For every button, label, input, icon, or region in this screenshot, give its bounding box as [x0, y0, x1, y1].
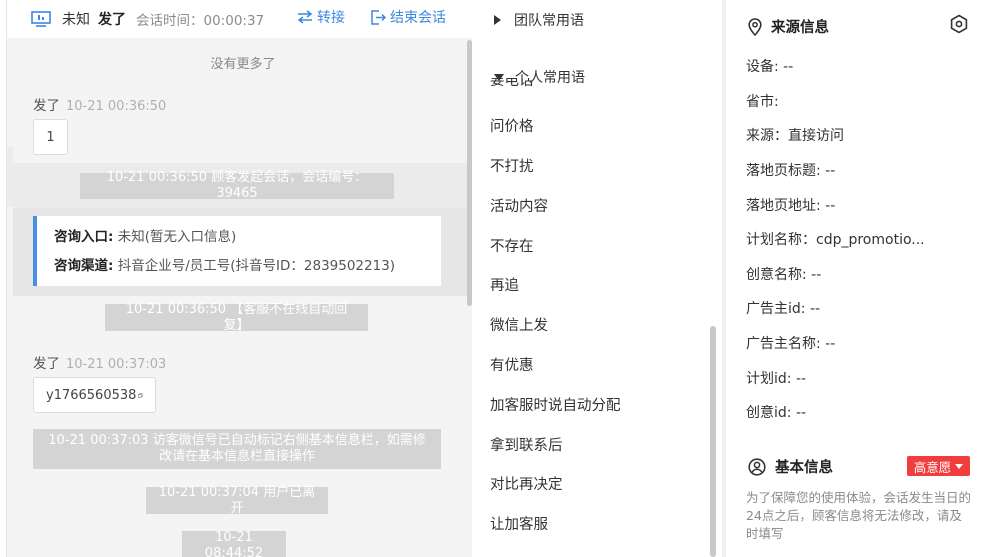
phrase-item[interactable]: 不存在 — [490, 235, 534, 256]
system-message: 10-21 00:37:04 用户已离开 — [146, 485, 328, 516]
phrase-item[interactable]: 再追 — [490, 274, 519, 295]
system-message: 10-21 00:36:50 顾客发起会话，会话编号：39465 — [80, 170, 394, 201]
settings-icon[interactable] — [949, 14, 969, 34]
phrase-group-team-label: 团队常用语 — [514, 13, 584, 29]
message-time: 10-21 00:36:50 — [66, 99, 167, 114]
consult-info-card: 咨询入口: 未知(暂无入口信息) 咨询渠道: 抖音企业号/员工号(抖音号ID：2… — [33, 216, 441, 286]
phrase-item[interactable]: 问价格 — [490, 115, 534, 136]
system-message: 10-21 08:44:52 — [182, 530, 286, 557]
info-field-device: 设备: -- — [746, 59, 794, 75]
intent-level-dropdown[interactable]: 高意愿 — [907, 456, 970, 476]
phrase-item[interactable]: 活动内容 — [490, 195, 548, 216]
intent-level-label: 高意愿 — [913, 459, 952, 475]
system-message: 10-21 00:36:50 【客服不在线自动回复】 — [105, 302, 368, 333]
phrase-item[interactable]: 对比再决定 — [490, 473, 563, 494]
info-field-landing-title: 落地页标题: -- — [746, 163, 836, 179]
sender-name: 发了 — [33, 356, 60, 372]
info-field-region: 省市: — [746, 94, 779, 110]
app-root: 未知 发了 会话时间：00:00:37 转接 结束会话 没有更多了 发了 10-… — [0, 0, 987, 557]
basic-info-title: 基本信息 — [775, 460, 833, 476]
consult-entry-value: 未知(暂无入口信息) — [117, 229, 237, 245]
chat-header: 未知 发了 会话时间：00:00:37 转接 结束会话 — [7, 0, 472, 38]
user-circle-icon — [748, 457, 766, 476]
source-info-header: 来源信息 — [748, 16, 829, 37]
consult-channel-label: 咨询渠道: — [54, 258, 114, 274]
transfer-icon — [297, 10, 313, 24]
consult-entry-label: 咨询入口: — [54, 229, 114, 245]
phrase-item[interactable]: 加客服时说自动分配 — [490, 394, 621, 415]
phrase-item[interactable]: 让加客服 — [490, 513, 548, 534]
info-panel: 来源信息 设备: -- 省市: 来源：直接访问 落地页标题: -- 落地页地址:… — [726, 0, 987, 557]
phrase-item[interactable]: 不打扰 — [490, 155, 534, 176]
info-field-advertiser-id: 广告主id: -- — [746, 301, 821, 317]
message-sender: 发了 10-21 00:36:50 — [33, 94, 166, 114]
phrase-item[interactable]: 有优惠 — [490, 354, 534, 375]
consult-channel-value: 抖音企业号/员工号(抖音号ID：2839502213) — [117, 258, 396, 274]
copy-icon[interactable] — [138, 389, 143, 402]
transfer-button[interactable]: 转接 — [297, 7, 345, 27]
info-field-advertiser-name: 广告主名称: -- — [746, 336, 836, 352]
edit-deadline-note: 为了保障您的使用体验，会话发生当日的24点之后，顾客信息将无法修改，请及时填写 — [746, 490, 972, 541]
message-bubble: y1766560538 — [33, 377, 156, 413]
no-more-text: 没有更多了 — [210, 57, 276, 72]
phrase-item-partial[interactable]: 要电话 — [490, 78, 534, 92]
message-text: 1 — [46, 129, 55, 145]
transfer-label: 转接 — [317, 10, 345, 26]
info-field-landing-url: 落地页地址: -- — [746, 198, 836, 214]
info-field-plan-id: 计划id: -- — [746, 371, 807, 387]
message-sender: 发了 10-21 00:37:03 — [33, 352, 166, 372]
info-field-creative-id: 创意id: -- — [746, 405, 807, 421]
info-field-source: 来源：直接访问 — [746, 128, 844, 144]
message-time: 10-21 00:37:03 — [66, 357, 167, 372]
sender-name: 发了 — [33, 98, 60, 114]
visitor-name: 未知 — [62, 12, 90, 28]
basic-info-header: 基本信息 — [748, 456, 833, 477]
location-pin-icon — [748, 17, 762, 36]
monitor-icon — [31, 11, 51, 27]
consult-entry-row: 咨询入口: 未知(暂无入口信息) — [54, 226, 441, 255]
phrase-group-team[interactable]: 团队常用语 — [494, 10, 584, 30]
caret-right-icon — [494, 15, 501, 25]
exit-icon — [371, 9, 386, 25]
message-bubble: 1 — [33, 119, 68, 155]
phrase-item[interactable]: 微信上发 — [490, 314, 548, 335]
source-info-title: 来源信息 — [771, 20, 829, 36]
phrase-item[interactable]: 拿到联系后 — [490, 434, 563, 455]
consult-channel-row: 咨询渠道: 抖音企业号/员工号(抖音号ID：2839502213) — [54, 255, 441, 284]
system-message: 10-21 00:37:03 访客微信号已自动标记右侧基本信息栏，如需修改请在基… — [33, 429, 441, 469]
chat-panel: 未知 发了 会话时间：00:00:37 转接 结束会话 没有更多了 发了 10-… — [6, 0, 472, 557]
message-text: y1766560538 — [46, 387, 137, 403]
session-time: 会话时间：00:00:37 — [136, 13, 265, 29]
info-field-plan-name: 计划名称：cdp_promotio... — [746, 232, 925, 248]
caret-down-icon — [955, 463, 964, 469]
end-session-label: 结束会话 — [390, 10, 446, 26]
info-field-creative-name: 创意名称: -- — [746, 267, 822, 283]
end-session-button[interactable]: 结束会话 — [371, 7, 446, 27]
phrase-panel: 团队常用语 个人常用语 要电话 问价格 不打扰 活动内容 不存在 再追 微信上发… — [472, 0, 722, 557]
phrase-scrollbar[interactable] — [710, 326, 716, 557]
visitor-nickname: 发了 — [98, 12, 126, 28]
